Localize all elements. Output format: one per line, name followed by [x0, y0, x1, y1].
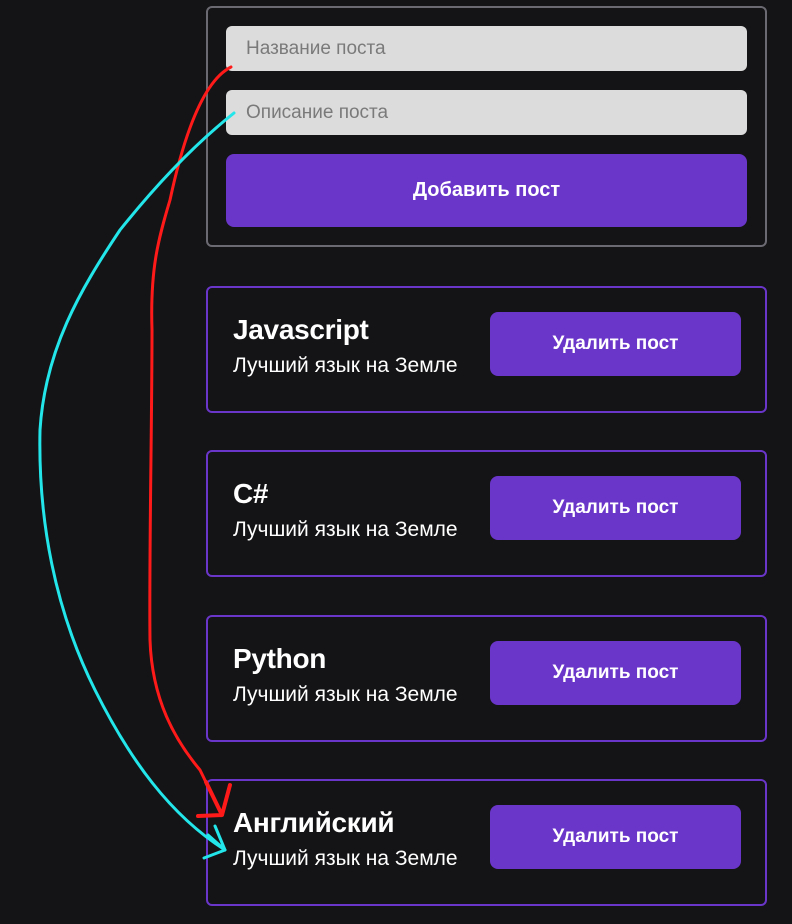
post-description: Лучший язык на Земле: [233, 683, 458, 706]
cyan-annotation-arrow: [38, 111, 236, 852]
delete-post-button[interactable]: Удалить пост: [490, 641, 741, 705]
delete-post-button[interactable]: Удалить пост: [490, 805, 741, 869]
post-description: Лучший язык на Земле: [233, 518, 458, 541]
post-title-input[interactable]: [226, 26, 747, 71]
delete-post-button[interactable]: Удалить пост: [490, 476, 741, 540]
post-item: Английский Лучший язык на Земле Удалить …: [206, 779, 767, 906]
post-title: Python: [233, 643, 327, 674]
add-post-button[interactable]: Добавить пост: [226, 154, 747, 227]
post-item: Javascript Лучший язык на Земле Удалить …: [206, 286, 767, 413]
post-description: Лучший язык на Земле: [233, 847, 458, 870]
post-title: Javascript: [233, 314, 369, 345]
post-title: C#: [233, 478, 269, 509]
post-description-input[interactable]: [226, 90, 747, 135]
post-form: Добавить пост: [206, 6, 767, 247]
post-title: Английский: [233, 807, 395, 838]
post-item: C# Лучший язык на Земле Удалить пост: [206, 450, 767, 577]
post-description: Лучший язык на Земле: [233, 354, 458, 377]
delete-post-button[interactable]: Удалить пост: [490, 312, 741, 376]
post-item: Python Лучший язык на Земле Удалить пост: [206, 615, 767, 742]
